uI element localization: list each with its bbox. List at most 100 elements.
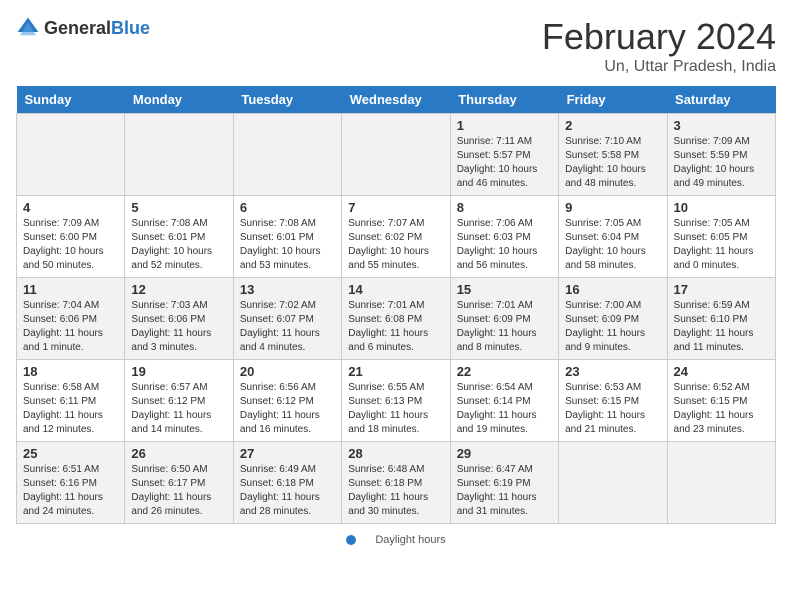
calendar-week-row: 11 Sunrise: 7:04 AM Sunset: 6:06 PM Dayli… — [17, 278, 776, 360]
calendar-cell: 5 Sunrise: 7:08 AM Sunset: 6:01 PM Daylig… — [125, 196, 233, 278]
calendar-cell: 13 Sunrise: 7:02 AM Sunset: 6:07 PM Dayli… — [233, 278, 341, 360]
calendar-cell: 1 Sunrise: 7:11 AM Sunset: 5:57 PM Daylig… — [450, 114, 558, 196]
calendar-cell: 2 Sunrise: 7:10 AM Sunset: 5:58 PM Daylig… — [559, 114, 667, 196]
day-info: Sunrise: 6:57 AM Sunset: 6:12 PM Dayligh… — [131, 381, 226, 437]
daylight-label: Daylight hours — [375, 534, 445, 546]
calendar-cell: 6 Sunrise: 7:08 AM Sunset: 6:01 PM Daylig… — [233, 196, 341, 278]
day-number: 21 — [348, 364, 443, 379]
day-number: 2 — [565, 118, 660, 133]
day-info: Sunrise: 7:05 AM Sunset: 6:05 PM Dayligh… — [674, 217, 769, 273]
day-info: Sunrise: 7:08 AM Sunset: 6:01 PM Dayligh… — [240, 217, 335, 273]
day-number: 6 — [240, 200, 335, 215]
calendar-cell: 11 Sunrise: 7:04 AM Sunset: 6:06 PM Dayli… — [17, 278, 125, 360]
calendar-cell: 22Sunrise: 6:54 AM Sunset: 6:14 PM Dayli… — [450, 360, 558, 442]
weekday-header-row: SundayMondayTuesdayWednesdayThursdayFrid… — [17, 86, 776, 114]
calendar-cell: 25Sunrise: 6:51 AM Sunset: 6:16 PM Dayli… — [17, 442, 125, 524]
logo-blue: Blue — [111, 18, 150, 38]
day-number: 20 — [240, 364, 335, 379]
day-number: 11 — [23, 282, 118, 297]
calendar-cell: 10 Sunrise: 7:05 AM Sunset: 6:05 PM Dayli… — [667, 196, 775, 278]
calendar-cell: 12Sunrise: 7:03 AM Sunset: 6:06 PM Dayli… — [125, 278, 233, 360]
day-info: Sunrise: 7:06 AM Sunset: 6:03 PM Dayligh… — [457, 217, 552, 273]
calendar-cell: 20 Sunrise: 6:56 AM Sunset: 6:12 PM Dayli… — [233, 360, 341, 442]
day-info: Sunrise: 7:00 AM Sunset: 6:09 PM Dayligh… — [565, 299, 660, 355]
calendar-week-row: 18Sunrise: 6:58 AM Sunset: 6:11 PM Dayli… — [17, 360, 776, 442]
day-info: Sunrise: 6:56 AM Sunset: 6:12 PM Dayligh… — [240, 381, 335, 437]
calendar-cell: 14 Sunrise: 7:01 AM Sunset: 6:08 PM Dayli… — [342, 278, 450, 360]
day-number: 7 — [348, 200, 443, 215]
day-number: 1 — [457, 118, 552, 133]
day-number: 5 — [131, 200, 226, 215]
day-number: 13 — [240, 282, 335, 297]
weekday-header-thursday: Thursday — [450, 86, 558, 114]
calendar-cell: 15Sunrise: 7:01 AM Sunset: 6:09 PM Dayli… — [450, 278, 558, 360]
day-number: 15 — [457, 282, 552, 297]
calendar-cell: 23Sunrise: 6:53 AM Sunset: 6:15 PM Dayli… — [559, 360, 667, 442]
calendar-cell: 4 Sunrise: 7:09 AM Sunset: 6:00 PM Daylig… — [17, 196, 125, 278]
day-number: 17 — [674, 282, 769, 297]
day-number: 22 — [457, 364, 552, 379]
logo-general: General — [44, 18, 111, 38]
day-number: 8 — [457, 200, 552, 215]
calendar-cell: 26Sunrise: 6:50 AM Sunset: 6:17 PM Dayli… — [125, 442, 233, 524]
weekday-header-wednesday: Wednesday — [342, 86, 450, 114]
page-header: GeneralBlue February 2024 Un, Uttar Prad… — [16, 16, 776, 76]
daylight-dot — [346, 535, 356, 545]
calendar-cell: 7 Sunrise: 7:07 AM Sunset: 6:02 PM Daylig… — [342, 196, 450, 278]
calendar-cell — [342, 114, 450, 196]
calendar-cell: 16Sunrise: 7:00 AM Sunset: 6:09 PM Dayli… — [559, 278, 667, 360]
day-info: Sunrise: 7:05 AM Sunset: 6:04 PM Dayligh… — [565, 217, 660, 273]
logo-text: GeneralBlue — [44, 18, 150, 39]
title-block: February 2024 Un, Uttar Pradesh, India — [542, 16, 776, 76]
calendar-cell: 9Sunrise: 7:05 AM Sunset: 6:04 PM Daylig… — [559, 196, 667, 278]
weekday-header-monday: Monday — [125, 86, 233, 114]
weekday-header-tuesday: Tuesday — [233, 86, 341, 114]
calendar-cell — [559, 442, 667, 524]
logo-icon — [16, 16, 40, 40]
calendar-cell: 24Sunrise: 6:52 AM Sunset: 6:15 PM Dayli… — [667, 360, 775, 442]
calendar-cell — [17, 114, 125, 196]
day-info: Sunrise: 6:59 AM Sunset: 6:10 PM Dayligh… — [674, 299, 769, 355]
day-info: Sunrise: 6:55 AM Sunset: 6:13 PM Dayligh… — [348, 381, 443, 437]
calendar-cell: 29Sunrise: 6:47 AM Sunset: 6:19 PM Dayli… — [450, 442, 558, 524]
day-number: 27 — [240, 446, 335, 461]
calendar-cell: 28 Sunrise: 6:48 AM Sunset: 6:18 PM Dayli… — [342, 442, 450, 524]
day-number: 10 — [674, 200, 769, 215]
calendar-cell: 19 Sunrise: 6:57 AM Sunset: 6:12 PM Dayli… — [125, 360, 233, 442]
day-info: Sunrise: 6:49 AM Sunset: 6:18 PM Dayligh… — [240, 463, 335, 519]
day-number: 12 — [131, 282, 226, 297]
logo: GeneralBlue — [16, 16, 150, 40]
day-info: Sunrise: 6:48 AM Sunset: 6:18 PM Dayligh… — [348, 463, 443, 519]
location-title: Un, Uttar Pradesh, India — [542, 58, 776, 76]
day-info: Sunrise: 7:10 AM Sunset: 5:58 PM Dayligh… — [565, 135, 660, 191]
day-info: Sunrise: 7:08 AM Sunset: 6:01 PM Dayligh… — [131, 217, 226, 273]
day-number: 14 — [348, 282, 443, 297]
day-info: Sunrise: 7:11 AM Sunset: 5:57 PM Dayligh… — [457, 135, 552, 191]
day-number: 4 — [23, 200, 118, 215]
calendar-cell — [125, 114, 233, 196]
calendar-week-row: 1 Sunrise: 7:11 AM Sunset: 5:57 PM Daylig… — [17, 114, 776, 196]
weekday-header-friday: Friday — [559, 86, 667, 114]
day-number: 18 — [23, 364, 118, 379]
calendar-cell — [667, 442, 775, 524]
day-number: 29 — [457, 446, 552, 461]
day-info: Sunrise: 7:02 AM Sunset: 6:07 PM Dayligh… — [240, 299, 335, 355]
day-info: Sunrise: 6:51 AM Sunset: 6:16 PM Dayligh… — [23, 463, 118, 519]
day-info: Sunrise: 7:01 AM Sunset: 6:08 PM Dayligh… — [348, 299, 443, 355]
calendar-cell: 18Sunrise: 6:58 AM Sunset: 6:11 PM Dayli… — [17, 360, 125, 442]
day-number: 28 — [348, 446, 443, 461]
calendar-cell: 3Sunrise: 7:09 AM Sunset: 5:59 PM Daylig… — [667, 114, 775, 196]
weekday-header-saturday: Saturday — [667, 86, 775, 114]
day-info: Sunrise: 7:09 AM Sunset: 6:00 PM Dayligh… — [23, 217, 118, 273]
day-number: 19 — [131, 364, 226, 379]
calendar-week-row: 4 Sunrise: 7:09 AM Sunset: 6:00 PM Daylig… — [17, 196, 776, 278]
day-info: Sunrise: 7:07 AM Sunset: 6:02 PM Dayligh… — [348, 217, 443, 273]
day-info: Sunrise: 7:04 AM Sunset: 6:06 PM Dayligh… — [23, 299, 118, 355]
day-info: Sunrise: 7:09 AM Sunset: 5:59 PM Dayligh… — [674, 135, 769, 191]
calendar-cell: 17 Sunrise: 6:59 AM Sunset: 6:10 PM Dayli… — [667, 278, 775, 360]
weekday-header-sunday: Sunday — [17, 86, 125, 114]
day-number: 26 — [131, 446, 226, 461]
day-number: 23 — [565, 364, 660, 379]
day-info: Sunrise: 6:52 AM Sunset: 6:15 PM Dayligh… — [674, 381, 769, 437]
calendar-table: SundayMondayTuesdayWednesdayThursdayFrid… — [16, 86, 776, 524]
